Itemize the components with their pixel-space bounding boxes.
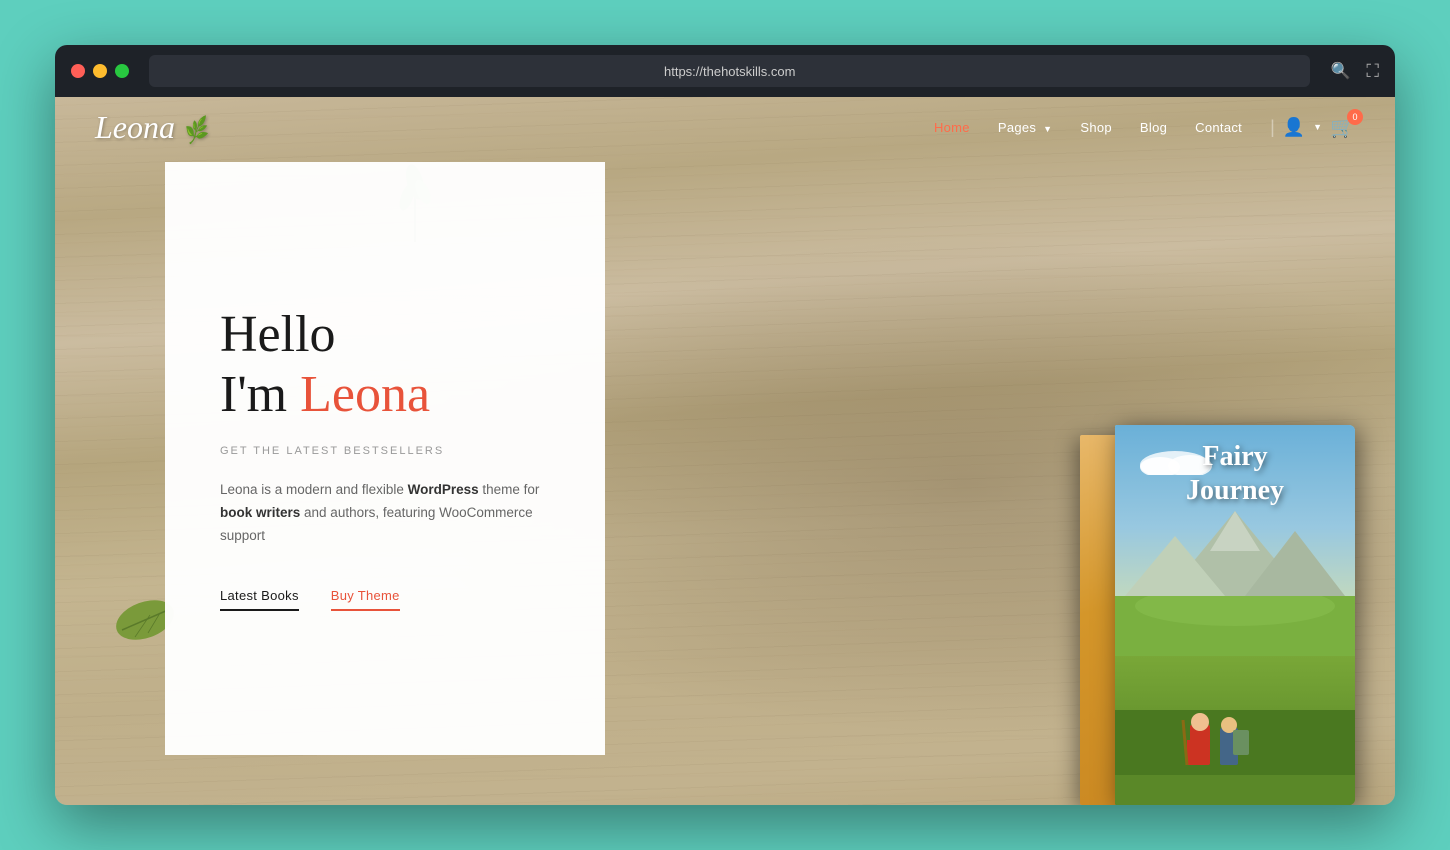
fullscreen-icon[interactable]: ⛶ <box>1366 61 1379 82</box>
logo-leaf-icon: 🌿 <box>179 115 211 147</box>
book-cover: Fairy Journey <box>1115 425 1355 805</box>
nav-user-icons: 👤 ▼ 🛒 0 <box>1283 115 1355 140</box>
address-bar[interactable]: https://thehotskills.com <box>149 55 1310 87</box>
close-button[interactable] <box>71 64 85 78</box>
nav-contact[interactable]: Contact <box>1195 120 1242 135</box>
desc-text-1: Leona is a modern and flexible <box>220 482 408 497</box>
dropdown-arrow-icon: ▼ <box>1043 124 1052 134</box>
desc-bold-2: book writers <box>220 505 300 520</box>
nav-divider: | <box>1270 117 1275 137</box>
nav-pages[interactable]: Pages ▼ <box>998 120 1053 135</box>
latest-books-button[interactable]: Latest Books <box>220 588 299 611</box>
desc-bold-1: WordPress <box>408 482 479 497</box>
browser-window: https://thehotskills.com 🔍 ⛶ Leona 🌿 Hom… <box>55 45 1395 805</box>
book-title-line2: Journey <box>1186 475 1284 506</box>
books-display: Fairy Journey <box>1065 405 1375 805</box>
navigation: Leona 🌿 Home Pages ▼ Shop Blog Contact |… <box>55 97 1395 157</box>
hero-description: Leona is a modern and flexible WordPress… <box>220 479 550 548</box>
browser-icons: 🔍 ⛶ <box>1330 61 1379 82</box>
book-title: Fairy Journey <box>1115 440 1355 507</box>
buy-theme-button[interactable]: Buy Theme <box>331 588 400 611</box>
user-dropdown-icon[interactable]: ▼ <box>1313 122 1322 132</box>
traffic-lights <box>71 64 129 78</box>
hero-card: Hello I'm Leona GET THE LATEST BESTSELLE… <box>165 162 605 755</box>
hero-name: Leona <box>300 366 430 423</box>
nav-menu: Home Pages ▼ Shop Blog Contact | <box>934 117 1275 138</box>
nav-blog[interactable]: Blog <box>1140 120 1167 135</box>
nav-home[interactable]: Home <box>934 120 970 135</box>
book-characters <box>1115 710 1355 805</box>
hero-im-text: I'm Leona <box>220 366 550 423</box>
cart-badge: 0 <box>1347 109 1363 125</box>
cart-icon[interactable]: 🛒 0 <box>1330 115 1355 140</box>
book-title-area: Fairy Journey <box>1115 440 1355 507</box>
desc-text-2: theme for <box>479 482 540 497</box>
hero-subtitle: GET THE LATEST BESTSELLERS <box>220 445 550 457</box>
url-text: https://thehotskills.com <box>664 64 796 79</box>
hero-hello-text: Hello <box>220 306 550 363</box>
user-icon[interactable]: 👤 <box>1283 117 1305 138</box>
hero-im-label: I'm <box>220 366 287 423</box>
logo-text: Leona <box>95 109 175 145</box>
minimize-button[interactable] <box>93 64 107 78</box>
book-field <box>1115 596 1355 710</box>
site-logo[interactable]: Leona 🌿 <box>95 109 934 146</box>
website-content: Leona 🌿 Home Pages ▼ Shop Blog Contact |… <box>55 97 1395 805</box>
hero-buttons: Latest Books Buy Theme <box>220 588 550 611</box>
browser-chrome: https://thehotskills.com 🔍 ⛶ <box>55 45 1395 97</box>
book-front: Fairy Journey <box>1115 425 1355 805</box>
book-title-line1: Fairy <box>1202 441 1267 472</box>
nav-shop[interactable]: Shop <box>1080 120 1112 135</box>
search-icon[interactable]: 🔍 <box>1330 61 1350 81</box>
maximize-button[interactable] <box>115 64 129 78</box>
